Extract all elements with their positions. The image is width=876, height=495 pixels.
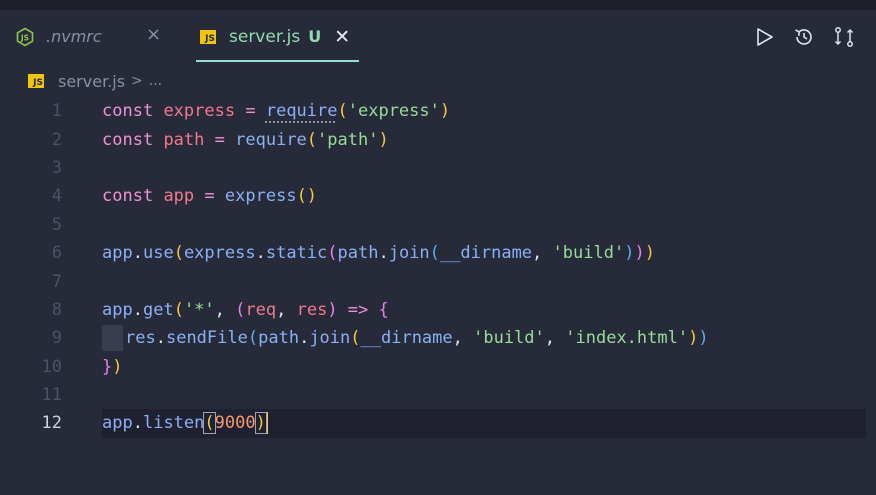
compare-icon[interactable] [824, 24, 864, 50]
code-line: 7 [0, 267, 876, 295]
code-text: app.use(express.static(path.join(__dirna… [102, 243, 655, 264]
history-icon[interactable] [784, 24, 824, 50]
breadcrumb-file[interactable]: server.js [58, 72, 125, 91]
code-line: 2 const path = require('path') [0, 125, 876, 153]
tab-label: .nvmrc [46, 27, 102, 46]
tab-label: server.js [229, 26, 301, 47]
close-tab-icon[interactable]: ✕ [334, 26, 350, 48]
code-text: const app = express() [102, 186, 318, 207]
code-text: }) [102, 356, 123, 377]
code-line-active: 12 app.listen(9000) [0, 409, 876, 439]
code-line: 3 [0, 154, 876, 182]
line-number: 4 [51, 186, 62, 207]
code-line: 4 const app = express() [0, 182, 876, 210]
line-number: 1 [51, 101, 62, 122]
code-line: 5 [0, 211, 876, 239]
tab-nvmrc[interactable]: JS .nvmrc × [14, 10, 184, 63]
line-number: 6 [51, 243, 62, 264]
untracked-badge: U [308, 27, 322, 46]
line-number: 8 [51, 299, 62, 320]
line-number: 3 [51, 157, 62, 178]
js-icon: JS [28, 74, 44, 88]
code-editor[interactable]: 1 const express = require('express') 2 c… [0, 97, 876, 439]
close-tab-icon[interactable]: × [146, 24, 161, 45]
code-line: 9 res.sendFile(path.join(__dirname, 'bui… [0, 324, 876, 352]
indent-guide [102, 325, 123, 352]
breadcrumb-more[interactable]: ... [149, 73, 162, 89]
run-icon[interactable] [744, 24, 784, 50]
tab-bar: JS .nvmrc × JS server.js U ✕ [0, 10, 876, 63]
text-cursor [265, 412, 268, 435]
node-icon: JS [14, 26, 36, 48]
code-text: const path = require('path') [102, 129, 389, 150]
code-line: 8 app.get('*', (req, res) => { [0, 296, 876, 324]
line-number: 10 [41, 356, 62, 377]
line-number: 11 [41, 385, 62, 406]
svg-text:JS: JS [20, 33, 29, 42]
line-number: 2 [51, 129, 62, 150]
js-icon: JS [200, 29, 216, 44]
code-line: 1 const express = require('express') [0, 97, 876, 125]
code-text: app.get('*', (req, res) => { [102, 299, 389, 320]
code-line: 11 [0, 381, 876, 409]
tab-server-js[interactable]: JS server.js U ✕ [184, 10, 359, 63]
code-line: 6 app.use(express.static(path.join(__dir… [0, 239, 876, 267]
line-number: 9 [51, 328, 62, 349]
breadcrumb: JS server.js > ... [28, 70, 162, 92]
code-text: const express = require('express') [102, 101, 451, 122]
breadcrumb-separator: > [131, 73, 143, 89]
code-line: 10 }) [0, 353, 876, 381]
line-number: 12 [41, 413, 62, 434]
code-text: app.listen(9000) [102, 412, 268, 435]
window-top-strip [0, 0, 876, 10]
code-text: res.sendFile(path.join(__dirname, 'build… [102, 325, 709, 352]
editor-actions [744, 24, 864, 50]
line-number: 5 [51, 214, 62, 235]
line-number: 7 [51, 271, 62, 292]
